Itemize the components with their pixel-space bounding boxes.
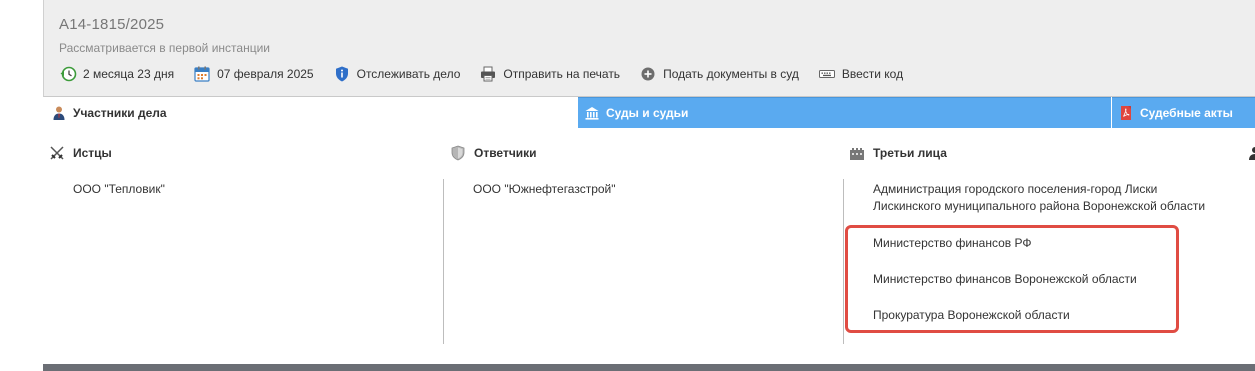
submit-documents-button[interactable]: Подать документы в суд [639,65,799,83]
enter-code-label: Ввести код [841,67,904,81]
defendants-header: Ответчики [450,145,537,161]
track-case-button[interactable]: Отслеживать дело [333,65,461,83]
clock-back-icon [59,65,77,83]
shield-icon [450,145,466,161]
case-number: А14-1815/2025 [59,16,165,33]
tab-courts-label: Суды и судьи [606,106,689,120]
enter-code-button[interactable]: Ввести код [818,65,903,83]
keyboard-icon [818,65,836,83]
person-icon-partial [1247,145,1255,161]
calendar-icon [193,65,211,83]
submit-documents-label: Подать документы в суд [663,67,799,81]
defendants-title: Ответчики [474,146,537,160]
third-parties-header: Третьи лица [849,145,947,161]
courthouse-icon [584,105,600,121]
column-divider [843,179,844,344]
third-party-item-line1[interactable]: Администрация городского поселения-город… [873,181,1157,198]
case-status: Рассматривается в первой инстанции [59,41,270,55]
highlight-box [845,225,1179,333]
plaintiff-item[interactable]: ООО "Тепловик" [73,181,165,198]
third-parties-title: Третьи лица [873,146,947,160]
column-divider [443,179,444,344]
tab-acts-label: Судебные акты [1140,106,1233,120]
crossed-swords-icon [49,145,65,161]
third-party-item-line2[interactable]: Лискинского муниципального района Вороне… [873,198,1205,215]
tab-acts[interactable]: Судебные акты [1112,97,1255,128]
print-button[interactable]: Отправить на печать [479,65,620,83]
date-action[interactable]: 07 февраля 2025 [193,65,314,83]
tab-courts[interactable]: Суды и судьи [578,97,1111,128]
person-icon [51,105,67,121]
plaintiffs-header: Истцы [49,145,112,161]
case-actions-toolbar: 2 месяца 23 дня 07 февраля 2025 Отслежив… [59,64,922,84]
pdf-document-icon [1118,105,1134,121]
track-case-label: Отслеживать дело [356,67,461,81]
plaintiffs-title: Истцы [73,146,112,160]
duration-action[interactable]: 2 месяца 23 дня [59,65,174,83]
plus-circle-icon [639,65,657,83]
shield-info-icon [333,65,351,83]
date-label: 07 февраля 2025 [217,67,314,81]
case-tabs: Участники дела Суды и судьи Судебные акт… [43,97,1255,128]
case-header: А14-1815/2025 Рассматривается в первой и… [43,0,1255,97]
duration-label: 2 месяца 23 дня [83,67,175,81]
tab-participants-label: Участники дела [73,105,167,120]
tab-participants[interactable]: Участники дела [43,97,578,128]
castle-icon [849,145,865,161]
printer-icon [479,65,497,83]
footer-bar [43,364,1255,371]
print-label: Отправить на печать [503,67,621,81]
defendant-item[interactable]: ООО "Южнефтегазстрой" [473,181,616,198]
